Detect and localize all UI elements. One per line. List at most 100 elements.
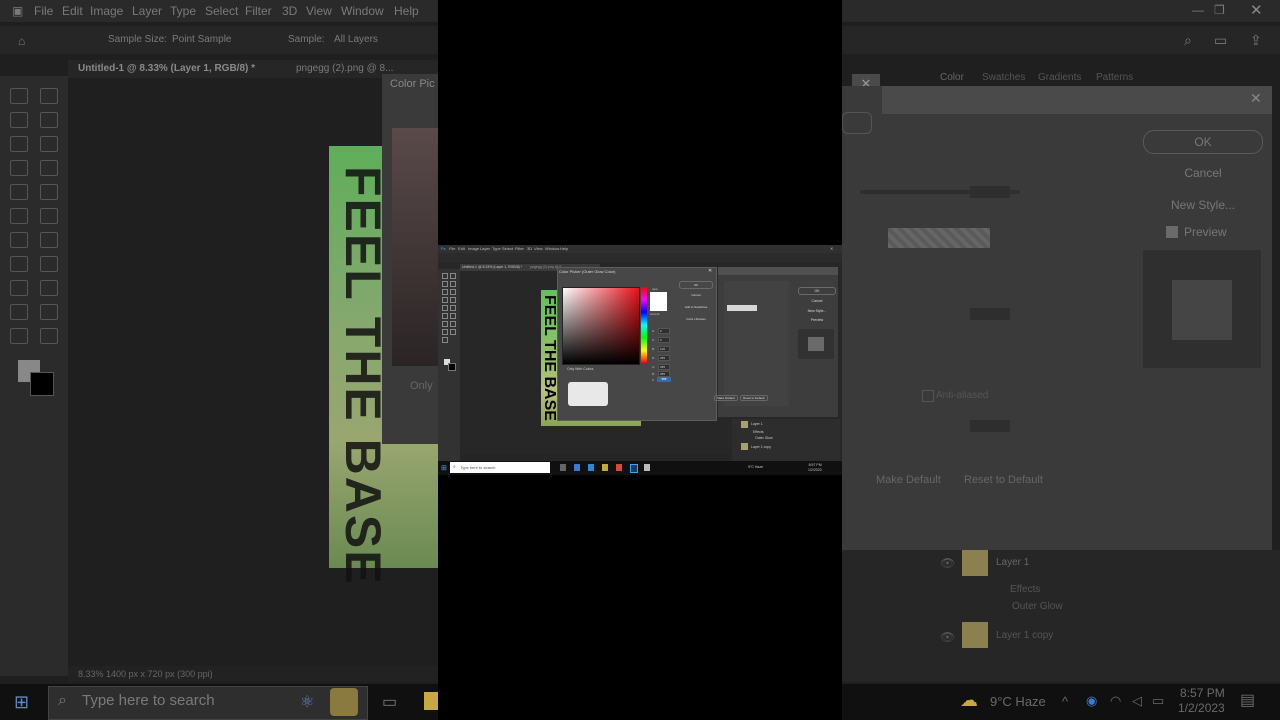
screen-search-box[interactable]: Type here to search xyxy=(450,462,550,473)
menu-filter[interactable]: Filter xyxy=(245,4,272,18)
brush-tool-icon[interactable] xyxy=(40,160,58,176)
hand-tool-icon[interactable] xyxy=(40,304,58,320)
windows-start-icon[interactable]: ⊞ xyxy=(14,692,29,713)
history-brush-icon[interactable] xyxy=(10,208,28,224)
more-tools-icon[interactable] xyxy=(40,328,58,344)
menu-window[interactable]: Window xyxy=(341,4,384,18)
color-picker-ok-button[interactable]: OK xyxy=(679,281,713,289)
glow-color-swatch[interactable] xyxy=(727,305,757,311)
screen-clock[interactable]: 8:57 PM 1/2/2023 xyxy=(808,463,822,472)
workspace-icon[interactable]: ▭ xyxy=(1214,32,1227,49)
screen-heal-icon[interactable] xyxy=(442,305,448,311)
menu-layer[interactable]: Layer xyxy=(132,4,162,18)
eyedropper-tool-icon[interactable] xyxy=(10,160,28,176)
anti-aliased-checkbox[interactable] xyxy=(922,390,934,402)
move-tool-icon[interactable] xyxy=(10,88,28,104)
screen-menu-image[interactable]: Image xyxy=(468,246,479,251)
layer-name-layer-1[interactable]: Layer 1 xyxy=(996,557,1029,568)
screen-taskview-icon[interactable] xyxy=(560,464,566,471)
color-libraries-button[interactable]: Color Libraries xyxy=(679,315,713,323)
menu-file[interactable]: File xyxy=(34,4,53,18)
volume-icon[interactable]: ◁ xyxy=(1132,693,1142,709)
taskbar-clock[interactable]: 8:57 PM 1/2/2023 xyxy=(1178,686,1225,716)
search-panel-icon[interactable]: ⌕ xyxy=(1184,32,1192,49)
screen-menu-layer[interactable]: Layer xyxy=(480,246,490,251)
layer-visibility-icon[interactable]: 👁 xyxy=(940,556,955,570)
screen-chrome-icon[interactable] xyxy=(616,464,622,471)
only-web-colors-checkbox[interactable]: Only Web Colors xyxy=(567,367,593,371)
lasso-tool-icon[interactable] xyxy=(10,112,28,128)
screen-layer-outer-glow[interactable]: Outer Glow xyxy=(755,436,773,440)
layer-style-ok-button[interactable]: OK xyxy=(798,287,836,295)
screen-shape-icon[interactable] xyxy=(442,329,448,335)
screen-select-tool-icon[interactable] xyxy=(450,281,456,287)
screen-weather[interactable]: 9°C Haze xyxy=(748,465,763,469)
layer-name-layer-1-copy[interactable]: Layer 1 copy xyxy=(996,630,1053,641)
screen-reset-default-button[interactable]: Reset to Default xyxy=(740,395,768,401)
dodge-tool-icon[interactable] xyxy=(40,256,58,272)
gradient-tool-icon[interactable] xyxy=(10,232,28,248)
notification-icon[interactable]: ▤ xyxy=(1240,690,1255,710)
screen-menu-view[interactable]: View xyxy=(534,246,543,251)
eraser-tool-icon[interactable] xyxy=(40,208,58,224)
layer-outer-glow-label[interactable]: Outer Glow xyxy=(1012,601,1063,612)
screen-marquee-tool-icon[interactable] xyxy=(450,273,456,279)
backdrop-ok-button[interactable]: OK xyxy=(1143,130,1263,154)
backdrop-field-3[interactable] xyxy=(970,420,1010,432)
minimize-icon[interactable]: — xyxy=(1192,3,1204,17)
task-view-icon[interactable]: ▭ xyxy=(382,692,397,712)
tab-color[interactable]: Color xyxy=(940,72,964,83)
backdrop-field-1[interactable] xyxy=(970,186,1010,198)
crop-tool-icon[interactable] xyxy=(10,136,28,152)
screen-menu-help[interactable]: Help xyxy=(560,246,568,251)
preview-checkbox[interactable] xyxy=(1166,226,1178,238)
screen-lasso-tool-icon[interactable] xyxy=(442,281,448,287)
layer-style-close-icon[interactable]: ✕ xyxy=(1250,90,1262,107)
blur-tool-icon[interactable] xyxy=(40,232,58,248)
screen-hand-icon[interactable] xyxy=(450,329,456,335)
layer-style-cancel-button[interactable]: Cancel xyxy=(798,297,836,305)
all-layers-select[interactable]: All Layers xyxy=(334,34,378,45)
tray-app-icon[interactable]: ◉ xyxy=(1086,693,1097,709)
screen-stamp-icon[interactable] xyxy=(450,305,456,311)
layer-copy-visibility-icon[interactable]: 👁 xyxy=(940,630,955,644)
type-tool-icon[interactable] xyxy=(10,280,28,296)
menu-3d[interactable]: 3D xyxy=(282,4,297,18)
color-picker-close-icon[interactable]: ✕ xyxy=(708,268,712,274)
menu-view[interactable]: View xyxy=(306,4,332,18)
screen-menu-window[interactable]: Window xyxy=(545,246,559,251)
tab-swatches[interactable]: Swatches xyxy=(982,72,1025,83)
screen-gradient-icon[interactable] xyxy=(450,313,456,319)
tray-chevron-icon[interactable]: ^ xyxy=(1062,694,1068,709)
backdrop-new-style-button[interactable]: New Style... xyxy=(1143,193,1263,217)
backdrop-field-2[interactable] xyxy=(970,308,1010,320)
battery-icon[interactable]: ▭ xyxy=(1152,693,1164,709)
screen-menu-file[interactable]: File xyxy=(449,246,455,251)
screen-edge-icon[interactable] xyxy=(574,464,580,471)
shape-tool-icon[interactable] xyxy=(10,304,28,320)
screen-eraser-icon[interactable] xyxy=(442,313,448,319)
screen-menu-select[interactable]: Select xyxy=(502,246,513,251)
taskbar-weather[interactable]: 9°C Haze xyxy=(990,694,1046,709)
file-explorer-icon[interactable] xyxy=(424,692,438,710)
zoom-tool-icon[interactable] xyxy=(10,328,28,344)
window-close-icon[interactable]: ✕ xyxy=(1250,1,1263,19)
backdrop-reset-default[interactable]: Reset to Default xyxy=(964,474,1043,486)
pen-tool-icon[interactable] xyxy=(10,256,28,272)
screen-make-default-button[interactable]: Make Default xyxy=(714,395,738,401)
screen-bg-color[interactable] xyxy=(448,363,456,371)
frame-tool-icon[interactable] xyxy=(40,136,58,152)
screen-menu-3d[interactable]: 3D xyxy=(527,246,532,251)
background-color-swatch[interactable] xyxy=(30,372,54,396)
marquee-tool-icon[interactable] xyxy=(40,88,58,104)
menu-type[interactable]: Type xyxy=(170,4,196,18)
select-tool-icon[interactable] xyxy=(40,112,58,128)
screen-eyedropper-icon[interactable] xyxy=(442,297,448,303)
screen-start-icon[interactable]: ⊞ xyxy=(441,464,447,472)
screen-layer-1[interactable]: Layer 1 xyxy=(751,422,763,426)
add-to-swatches-button[interactable]: Add to Swatches xyxy=(679,303,713,311)
screen-menu-type[interactable]: Type xyxy=(492,246,501,251)
tab-patterns[interactable]: Patterns xyxy=(1096,72,1133,83)
screen-type-icon[interactable] xyxy=(450,321,456,327)
screen-layer-1-copy[interactable]: Layer 1 copy xyxy=(751,445,771,449)
